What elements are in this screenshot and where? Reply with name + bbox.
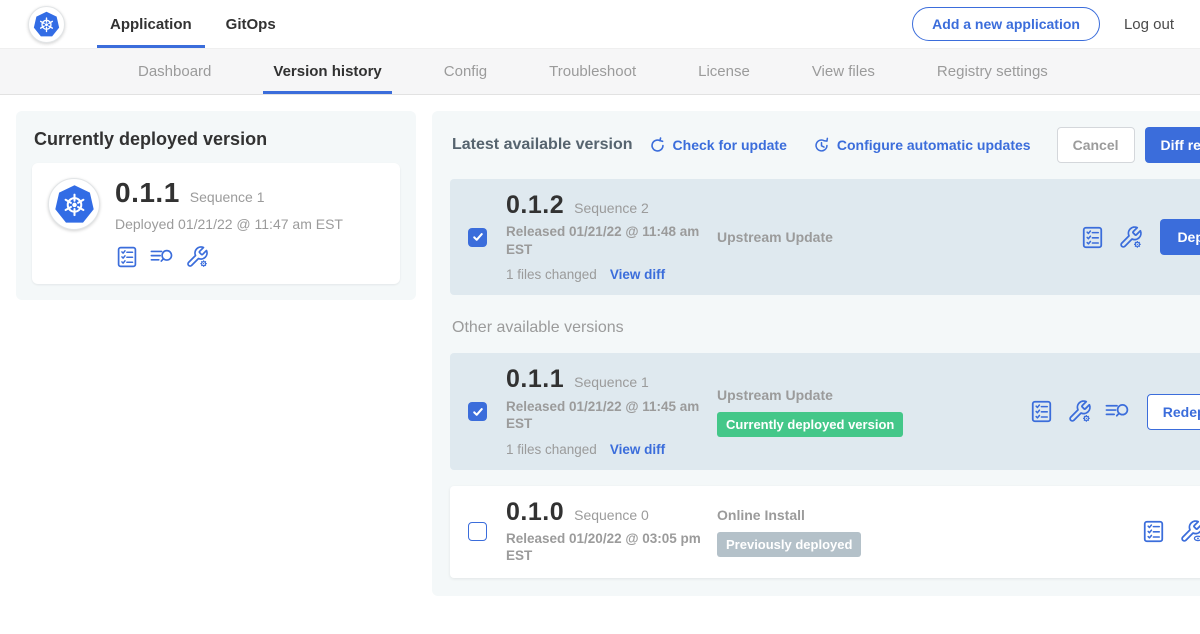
checkmark-icon <box>472 406 484 418</box>
release-notes-icon[interactable] <box>1105 399 1130 424</box>
deploy-button[interactable]: Deploy <box>1160 219 1200 255</box>
files-changed-label: 1 files changed <box>506 442 597 457</box>
source-label: Upstream Update <box>717 387 1029 403</box>
subnav-item-version-history[interactable]: Version history <box>263 49 391 94</box>
redeploy-button[interactable]: Redeploy <box>1147 394 1200 430</box>
version-row: 0.1.1 Sequence 1 Released 01/21/22 @ 11:… <box>450 353 1200 469</box>
configure-updates-label: Configure automatic updates <box>837 137 1031 153</box>
logout-link[interactable]: Log out <box>1124 16 1174 33</box>
checklist-icon[interactable] <box>115 245 139 269</box>
diff-releases-button[interactable]: Diff releases <box>1145 127 1200 163</box>
status-badge: Previously deployed <box>717 532 861 557</box>
top-nav-tabs: Application GitOps <box>97 0 297 48</box>
version-row: 0.1.2 Sequence 2 Released 01/21/22 @ 11:… <box>450 179 1200 295</box>
version-source: Upstream Update <box>711 229 1080 245</box>
panel-header: Latest available version Check for updat… <box>450 127 1200 163</box>
files-changed-label: 1 files changed <box>506 267 597 282</box>
subnav-item-troubleshoot[interactable]: Troubleshoot <box>539 49 646 94</box>
edit-config-icon[interactable] <box>1118 225 1143 250</box>
version-actions <box>1080 225 1143 250</box>
currently-deployed-title: Currently deployed version <box>34 129 400 150</box>
source-label: Online Install <box>717 507 1141 523</box>
edit-config-icon[interactable] <box>1067 399 1092 424</box>
version-checkbox[interactable] <box>468 522 487 541</box>
version-source: Upstream Update Currently deployed versi… <box>711 387 1029 437</box>
version-actions <box>1141 519 1200 544</box>
released-timestamp: Released 01/20/22 @ 03:05 pm EST <box>506 530 704 565</box>
add-application-button[interactable]: Add a new application <box>912 7 1100 41</box>
status-badge: Currently deployed version <box>717 412 903 437</box>
top-nav: Application GitOps Add a new application… <box>0 0 1200 48</box>
available-versions-panel: Latest available version Check for updat… <box>432 111 1200 596</box>
deployed-version-details: 0.1.1 Sequence 1 Deployed 01/21/22 @ 11:… <box>115 178 343 269</box>
checklist-icon[interactable] <box>1029 399 1054 424</box>
deployed-sequence-label: Sequence 1 <box>190 189 265 205</box>
sequence-label: Sequence 2 <box>574 200 649 216</box>
version-number: 0.1.0 <box>506 499 564 525</box>
checklist-icon[interactable] <box>1141 519 1166 544</box>
release-notes-icon[interactable] <box>150 245 174 269</box>
version-number: 0.1.1 <box>506 366 564 392</box>
check-for-update-label: Check for update <box>673 137 787 153</box>
view-diff-link[interactable]: View diff <box>610 267 665 282</box>
tab-gitops[interactable]: GitOps <box>213 0 289 48</box>
deployed-timestamp: Deployed 01/21/22 @ 11:47 am EST <box>115 216 343 232</box>
subnav-item-license[interactable]: License <box>688 49 760 94</box>
released-timestamp: Released 01/21/22 @ 11:45 am EST <box>506 398 704 433</box>
top-nav-right: Add a new application Log out <box>912 7 1174 41</box>
subnav-item-config[interactable]: Config <box>434 49 497 94</box>
app-logo <box>48 178 100 230</box>
kubernetes-logo[interactable] <box>28 6 65 43</box>
check-for-update-link[interactable]: Check for update <box>649 137 787 154</box>
version-number: 0.1.2 <box>506 192 564 218</box>
version-info: 0.1.1 Sequence 1 Released 01/21/22 @ 11:… <box>506 366 711 456</box>
version-row: 0.1.0 Sequence 0 Released 01/20/22 @ 03:… <box>450 486 1200 578</box>
version-info: 0.1.0 Sequence 0 Released 01/20/22 @ 03:… <box>506 499 711 565</box>
version-source: Online Install Previously deployed <box>711 507 1141 557</box>
refresh-icon <box>649 137 666 154</box>
view-diff-link[interactable]: View diff <box>610 442 665 457</box>
clock-refresh-icon <box>813 137 830 154</box>
source-label: Upstream Update <box>717 229 1080 245</box>
currently-deployed-card: Currently deployed version 0.1.1 Sequenc… <box>16 111 416 300</box>
subnav-item-dashboard[interactable]: Dashboard <box>128 49 221 94</box>
main-content: Currently deployed version 0.1.1 Sequenc… <box>0 95 1200 612</box>
app-sub-nav: Dashboard Version history Config Trouble… <box>0 48 1200 95</box>
kubernetes-logo-icon <box>33 11 60 38</box>
edit-config-icon[interactable] <box>185 245 209 269</box>
checklist-icon[interactable] <box>1080 225 1105 250</box>
cancel-button[interactable]: Cancel <box>1057 127 1135 163</box>
version-actions <box>1029 399 1130 424</box>
deployed-version-number: 0.1.1 <box>115 178 180 207</box>
tab-application[interactable]: Application <box>97 0 205 48</box>
version-checkbox[interactable] <box>468 228 487 247</box>
version-checkbox[interactable] <box>468 402 487 421</box>
subnav-item-registry-settings[interactable]: Registry settings <box>927 49 1058 94</box>
subnav-item-view-files[interactable]: View files <box>802 49 885 94</box>
version-info: 0.1.2 Sequence 2 Released 01/21/22 @ 11:… <box>506 192 711 282</box>
other-versions-title: Other available versions <box>452 319 1200 337</box>
kubernetes-logo-icon <box>54 184 95 225</box>
sequence-label: Sequence 0 <box>574 507 649 523</box>
released-timestamp: Released 01/21/22 @ 11:48 am EST <box>506 223 704 258</box>
view-config-icon[interactable] <box>1179 519 1200 544</box>
configure-updates-link[interactable]: Configure automatic updates <box>813 137 1031 154</box>
latest-available-title: Latest available version <box>452 136 633 154</box>
checkmark-icon <box>472 231 484 243</box>
sequence-label: Sequence 1 <box>574 374 649 390</box>
deployed-version-card: 0.1.1 Sequence 1 Deployed 01/21/22 @ 11:… <box>32 163 400 284</box>
